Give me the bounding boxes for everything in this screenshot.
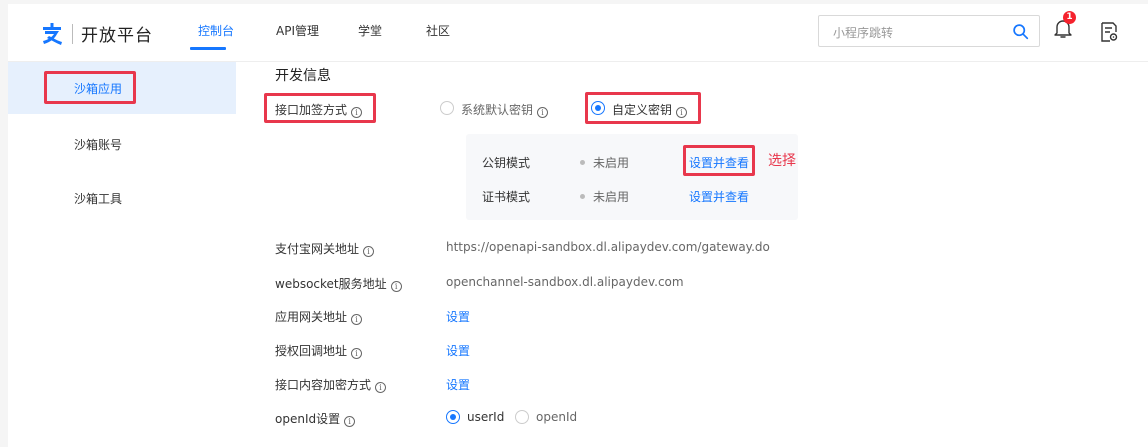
search-input[interactable]: 小程序跳转: [818, 15, 1040, 47]
nav-academy[interactable]: 学堂: [358, 22, 382, 39]
radio-userid[interactable]: [446, 410, 460, 424]
field-label-text: websocket服务地址: [275, 277, 387, 291]
highlight-box-setup-link: [683, 145, 755, 176]
logo-divider: [72, 23, 73, 44]
info-icon[interactable]: i: [351, 348, 363, 359]
sidebar-item-sandbox-tools[interactable]: 沙箱工具: [8, 172, 236, 224]
key-mode-status-text: 未启用: [593, 156, 630, 170]
app-gateway-setup-link[interactable]: 设置: [446, 308, 470, 325]
field-label-text: openId设置: [275, 412, 341, 426]
search-icon[interactable]: [1012, 23, 1029, 40]
field-label: 应用网关地址 i: [275, 308, 363, 325]
brand-name: 开放平台: [81, 26, 153, 46]
section-title: 开发信息: [275, 68, 331, 84]
info-icon[interactable]: i: [390, 281, 402, 292]
annotation-select: 选择: [768, 153, 796, 169]
sidebar-item-label: 沙箱账号: [74, 138, 123, 152]
highlight-box-custom-key: [585, 92, 701, 124]
key-mode-status-text: 未启用: [593, 190, 630, 204]
field-label: websocket服务地址 i: [275, 275, 402, 292]
key-mode-name: 公钥模式: [482, 156, 531, 170]
field-label: 支付宝网关地址 i: [275, 240, 375, 257]
highlight-box-sandbox-app: [44, 71, 136, 104]
info-icon[interactable]: i: [344, 416, 356, 427]
key-mode-status: 未启用: [580, 154, 629, 171]
info-icon[interactable]: i: [351, 314, 363, 325]
document-settings-icon[interactable]: [1100, 22, 1118, 42]
nav-active-indicator: [190, 47, 226, 50]
alipay-logo[interactable]: 开放平台: [40, 21, 153, 46]
radio-system-default-key[interactable]: [440, 101, 454, 115]
content-encryption-setup-link[interactable]: 设置: [446, 376, 470, 393]
option-label: 系统默认密钥 i: [461, 101, 549, 118]
nav-console[interactable]: 控制台: [198, 22, 234, 39]
status-dot-icon: [580, 160, 585, 165]
auth-callback-setup-link[interactable]: 设置: [446, 342, 470, 359]
field-label-text: 支付宝网关地址: [275, 242, 360, 256]
sidebar-item-label: 沙箱工具: [74, 192, 123, 206]
field-label: openId设置 i: [275, 410, 356, 427]
info-icon[interactable]: i: [537, 107, 549, 118]
notification-badge: 1: [1063, 11, 1076, 24]
nav-api-management[interactable]: API管理: [276, 22, 319, 39]
gateway-url-value: https://openapi-sandbox.dl.alipaydev.com…: [446, 240, 770, 254]
field-label-text: 应用网关地址: [275, 310, 348, 324]
sidebar: 沙箱应用 沙箱账号 沙箱工具: [8, 62, 236, 447]
info-icon[interactable]: i: [375, 382, 387, 393]
field-label: 授权回调地址 i: [275, 342, 363, 359]
option-label: openId: [536, 410, 578, 424]
field-label-text: 授权回调地址: [275, 344, 348, 358]
status-dot-icon: [580, 194, 585, 199]
key-mode-name: 证书模式: [482, 190, 531, 204]
field-label: 接口内容加密方式 i: [275, 376, 387, 393]
field-label-text: 接口内容加密方式: [275, 378, 372, 392]
sidebar-item-sandbox-account[interactable]: 沙箱账号: [8, 118, 236, 170]
certificate-setup-link[interactable]: 设置并查看: [689, 188, 749, 205]
websocket-url-value: openchannel-sandbox.dl.alipaydev.com: [446, 275, 684, 289]
radio-openid[interactable]: [515, 410, 529, 424]
info-icon[interactable]: i: [363, 246, 375, 257]
option-label-text: 系统默认密钥: [461, 103, 534, 117]
key-mode-status: 未启用: [580, 188, 629, 205]
option-label: userId: [467, 410, 505, 424]
search-placeholder: 小程序跳转: [833, 26, 894, 40]
alipay-logo-icon: [43, 22, 62, 45]
nav-community[interactable]: 社区: [426, 22, 450, 39]
highlight-box-sign-method: [264, 93, 376, 123]
